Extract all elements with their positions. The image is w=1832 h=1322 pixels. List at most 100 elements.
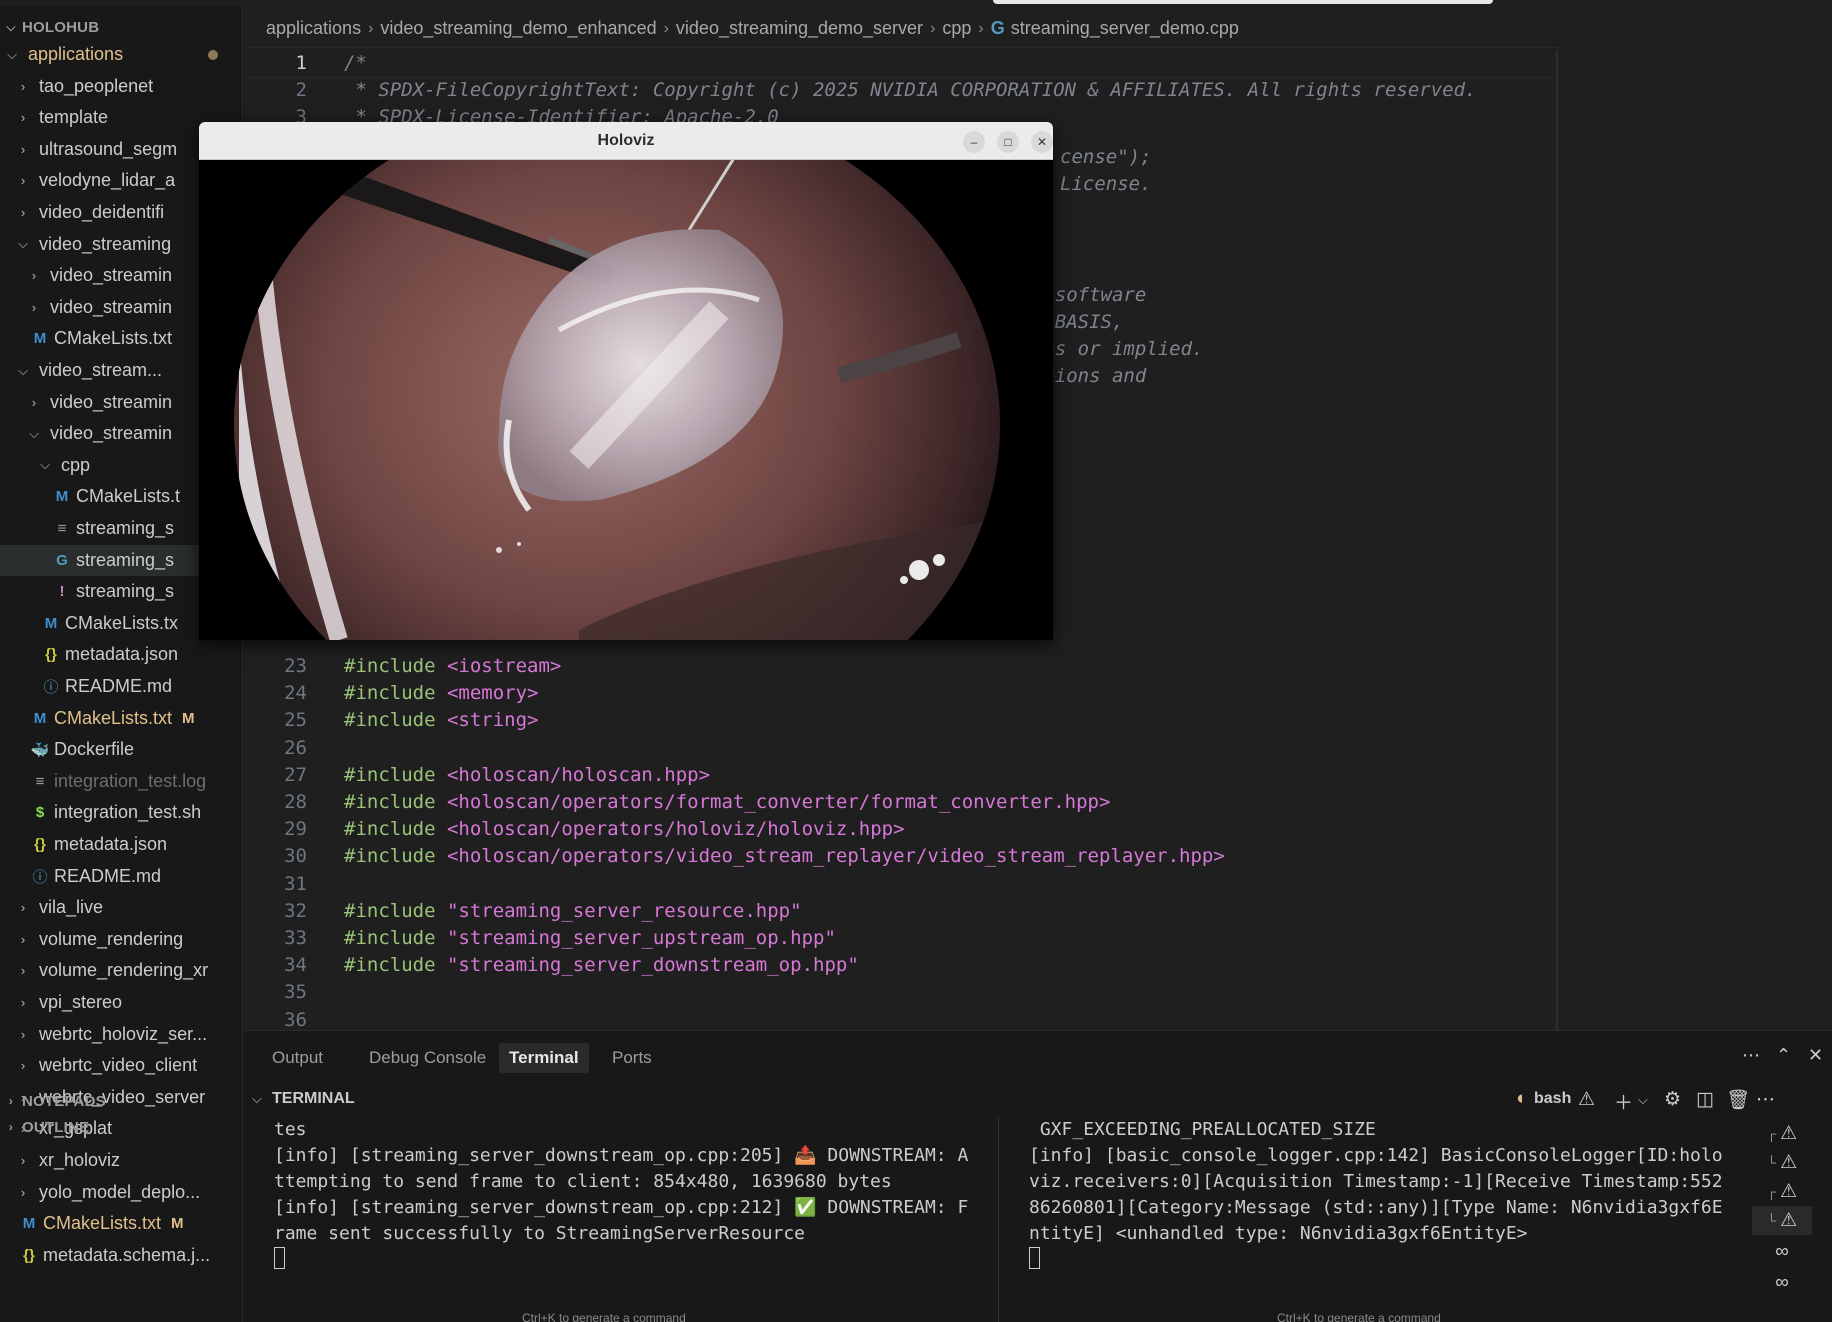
chevron-down-icon[interactable]: ⌵	[1638, 1092, 1648, 1108]
code-line[interactable]: 34 #include "streaming_server_downstream_…	[244, 952, 1559, 979]
tree-item[interactable]: $ integration_test.sh	[0, 797, 242, 828]
tree-item[interactable]: M CMakeLists.txt M	[0, 1208, 242, 1239]
terminal-instance[interactable]: └ ⚠	[1752, 1148, 1812, 1177]
terminal-instance[interactable]: ┌ ⚠	[1752, 1177, 1812, 1206]
tree-item-label: CMakeLists.txt	[54, 328, 173, 349]
tree-item[interactable]: 🐳 Dockerfile	[0, 734, 242, 765]
tree-item[interactable]: {} metadata.json	[0, 639, 242, 670]
code-line[interactable]: 33 #include "streaming_server_upstream_op…	[244, 925, 1559, 952]
holoviz-title-bar[interactable]: Holoviz – □ ✕	[199, 122, 1053, 160]
more-actions-icon[interactable]: ⋯	[1742, 1045, 1760, 1066]
maximize-button[interactable]: □	[997, 131, 1019, 153]
terminal-instance[interactable]: ∞	[1752, 1268, 1812, 1297]
code-line[interactable]: 29 #include <holoscan/operators/holoviz/h…	[244, 816, 1559, 843]
close-panel-icon[interactable]: ✕	[1808, 1045, 1823, 1066]
command-center-search[interactable]	[993, 0, 1493, 4]
holoviz-window[interactable]: Holoviz – □ ✕	[199, 122, 1053, 640]
warning-icon[interactable]: ⚠	[1578, 1088, 1595, 1111]
breadcrumb-item[interactable]: video_streaming_demo_enhanced	[380, 18, 656, 39]
code-line[interactable]: 26	[244, 735, 1559, 762]
chevron-right-icon[interactable]: ›	[26, 268, 42, 283]
code-line[interactable]: 30 #include <holoscan/operators/video_str…	[244, 843, 1559, 870]
chevron-right-icon[interactable]: ›	[26, 395, 42, 410]
tree-item[interactable]: › webrtc_holoviz_ser...	[0, 1019, 242, 1050]
code-line[interactable]: 1 /*	[244, 50, 1559, 77]
chevron-down-icon[interactable]: ⌵	[15, 236, 31, 252]
breadcrumb-item-current-file[interactable]: streaming_server_demo.cpp	[1011, 18, 1239, 39]
terminal-pane-right[interactable]: GXF_EXCEEDING_PREALLOCATED_SIZE [info] […	[1029, 1117, 1724, 1322]
text-file-icon: ≡	[57, 520, 67, 537]
tree-item[interactable]: M CMakeLists.txt M	[0, 703, 242, 734]
chevron-right-icon[interactable]: ›	[15, 995, 31, 1010]
chevron-right-icon[interactable]: ›	[15, 110, 31, 125]
chevron-right-icon[interactable]: ›	[15, 932, 31, 947]
tab-debug-console[interactable]: Debug Console	[359, 1043, 496, 1073]
chevron-right-icon[interactable]: ›	[15, 173, 31, 188]
chevron-down-icon[interactable]: ⌵	[37, 457, 53, 473]
shell-name[interactable]: bash	[1534, 1090, 1571, 1108]
code-line[interactable]: 31	[244, 871, 1559, 898]
split-terminal-icon[interactable]: ◫	[1696, 1088, 1714, 1111]
gear-icon[interactable]: ⚙	[1664, 1088, 1681, 1111]
editor-ruler	[1556, 50, 1558, 1032]
tab-output[interactable]: Output	[262, 1043, 333, 1073]
code-line[interactable]: 23 #include <iostream>	[244, 653, 1559, 680]
chevron-down-icon[interactable]: ⌵	[252, 1091, 262, 1107]
chevron-right-icon[interactable]: ›	[15, 1153, 31, 1168]
terminal-instance[interactable]: ┌ ⚠	[1752, 1119, 1812, 1148]
chevron-right-icon[interactable]: ›	[15, 1027, 31, 1042]
chevron-right-icon[interactable]: ›	[15, 963, 31, 978]
code-line[interactable]: 32 #include "streaming_server_resource.hp…	[244, 898, 1559, 925]
breadcrumb-item[interactable]: video_streaming_demo_server	[676, 18, 923, 39]
minimize-button[interactable]: –	[963, 131, 985, 153]
chevron-down-icon[interactable]: ⌵	[4, 47, 20, 63]
tree-item[interactable]: ⌵ applications	[0, 39, 242, 70]
terminal-instance[interactable]: └ ⚠	[1752, 1206, 1812, 1235]
terminal-instance[interactable]: ∞	[1752, 1237, 1812, 1266]
tree-item[interactable]: › volume_rendering_xr	[0, 955, 242, 986]
terminal-pane-left[interactable]: tes [info] [streaming_server_downstream_…	[274, 1117, 974, 1322]
tree-item-label: video_streamin	[50, 423, 173, 444]
tree-item[interactable]: ≡ integration_test.log	[0, 766, 242, 797]
tree-item[interactable]: › vila_live	[0, 892, 242, 923]
code-line[interactable]: 25 #include <string>	[244, 707, 1559, 734]
tab-terminal[interactable]: Terminal	[499, 1043, 589, 1073]
code-line[interactable]: 24 #include <memory>	[244, 680, 1559, 707]
chevron-down-icon[interactable]: ⌵	[26, 426, 42, 442]
trash-icon[interactable]: 🗑	[1726, 1088, 1750, 1112]
close-button[interactable]: ✕	[1031, 131, 1053, 153]
tab-ports[interactable]: Ports	[602, 1043, 662, 1073]
code-line[interactable]: 2 * SPDX-FileCopyrightText: Copyright (c…	[244, 77, 1559, 104]
tree-item[interactable]: {} metadata.json	[0, 829, 242, 860]
chevron-right-icon[interactable]: ›	[15, 1058, 31, 1073]
docker-file-icon: 🐳	[30, 741, 50, 759]
maximize-panel-icon[interactable]: ⌃	[1776, 1045, 1791, 1066]
tree-item[interactable]: ⓘ README.md	[0, 671, 242, 702]
tree-item[interactable]: › tao_peoplenet	[0, 71, 242, 102]
outline-section-header[interactable]: › OUTLINE	[0, 1114, 242, 1140]
chevron-right-icon[interactable]: ›	[26, 300, 42, 315]
chevron-right-icon[interactable]: ›	[15, 1185, 31, 1200]
explorer-section-header[interactable]: ⌵ HOLOHUB	[0, 14, 242, 40]
code-line[interactable]: 28 #include <holoscan/operators/format_co…	[244, 789, 1559, 816]
tree-item[interactable]: › volume_rendering	[0, 924, 242, 955]
breadcrumb-item[interactable]: cpp	[942, 18, 971, 39]
tree-item[interactable]: {} metadata.schema.j...	[0, 1240, 242, 1271]
tree-item[interactable]: › xr_holoviz	[0, 1145, 242, 1176]
chevron-right-icon[interactable]: ›	[15, 900, 31, 915]
terminal-split-divider[interactable]	[998, 1117, 999, 1322]
tree-item[interactable]: › yolo_model_deplo...	[0, 1177, 242, 1208]
breadcrumb-item[interactable]: applications	[266, 18, 361, 39]
tree-item[interactable]: ⓘ README.md	[0, 861, 242, 892]
new-terminal-icon[interactable]: ＋	[1614, 1088, 1633, 1115]
chevron-right-icon[interactable]: ›	[15, 142, 31, 157]
tree-item[interactable]: › webrtc_video_client	[0, 1050, 242, 1081]
code-line[interactable]: 27 #include <holoscan/holoscan.hpp>	[244, 762, 1559, 789]
chevron-down-icon[interactable]: ⌵	[15, 363, 31, 379]
notepads-section-header[interactable]: › NOTEPADS	[0, 1088, 242, 1114]
chevron-right-icon[interactable]: ›	[15, 79, 31, 94]
code-line[interactable]: 35	[244, 979, 1559, 1006]
chevron-right-icon[interactable]: ›	[15, 205, 31, 220]
more-actions-icon[interactable]: ⋯	[1756, 1088, 1775, 1111]
tree-item[interactable]: › vpi_stereo	[0, 987, 242, 1018]
